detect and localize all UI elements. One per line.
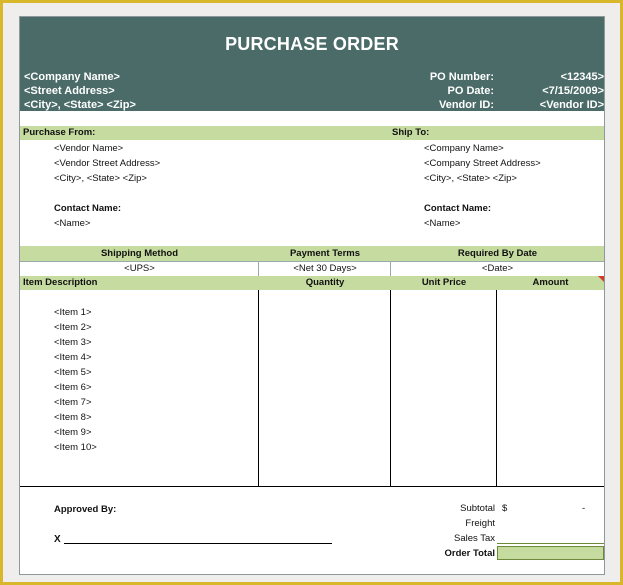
subtotal-label: Subtotal	[460, 503, 495, 514]
item-row-1[interactable]: <Item 1>	[54, 307, 92, 318]
ship-to-contact-name[interactable]: <Name>	[424, 218, 460, 229]
company-name: <Company Name>	[24, 71, 120, 83]
po-number-value[interactable]: <12345>	[514, 70, 604, 84]
subtotal-currency: $	[502, 503, 508, 514]
ship-to-contact-label: Contact Name:	[424, 203, 492, 214]
terms-row-divider	[20, 261, 604, 262]
signature-x: X	[54, 534, 61, 545]
terms-divider-1	[258, 261, 259, 276]
freight-label: Freight	[465, 518, 495, 529]
sales-tax-underline	[497, 543, 604, 544]
item-row-7[interactable]: <Item 7>	[54, 397, 92, 408]
item-row-10[interactable]: <Item 10>	[54, 442, 97, 453]
po-number-label: PO Number:	[429, 71, 494, 83]
page-title: PURCHASE ORDER	[225, 34, 399, 54]
sales-tax-label: Sales Tax	[453, 533, 495, 544]
vendor-id-label: Vendor ID:	[438, 99, 494, 111]
ship-to-city-state-zip[interactable]: <City>, <State> <Zip>	[424, 173, 517, 184]
vendor-contact-name[interactable]: <Name>	[54, 218, 90, 229]
quantity-column-line	[258, 290, 259, 486]
ship-to-heading: Ship To:	[392, 127, 430, 138]
item-row-9[interactable]: <Item 9>	[54, 427, 92, 438]
unit-price-column-line	[390, 290, 391, 486]
item-row-4[interactable]: <Item 4>	[54, 352, 92, 363]
shipping-method-header: Shipping Method	[100, 248, 179, 259]
item-row-2[interactable]: <Item 2>	[54, 322, 92, 333]
items-bottom-line	[20, 486, 604, 487]
item-row-6[interactable]: <Item 6>	[54, 382, 92, 393]
required-by-date-header: Required By Date	[457, 248, 538, 259]
ship-to-street-address[interactable]: <Company Street Address>	[424, 158, 541, 169]
terms-divider-2	[390, 261, 391, 276]
shipping-method-value[interactable]: <UPS>	[20, 263, 259, 274]
unit-price-header: Unit Price	[421, 277, 467, 288]
vendor-contact-label: Contact Name:	[54, 203, 122, 214]
items-header-band: Item Description Quantity Unit Price Amo…	[20, 276, 604, 290]
order-total-label: Order Total	[444, 548, 496, 559]
terms-header-band: Shipping Method Payment Terms Required B…	[20, 246, 604, 261]
signature-line[interactable]	[64, 543, 332, 544]
payment-terms-value[interactable]: <Net 30 Days>	[259, 263, 391, 274]
company-street-address: <Street Address>	[24, 85, 115, 97]
subtotal-value[interactable]: -	[582, 503, 585, 514]
item-description-header: Item Description	[23, 277, 98, 288]
po-date-label: PO Date:	[447, 85, 494, 97]
item-row-5[interactable]: <Item 5>	[54, 367, 92, 378]
comment-marker-icon	[598, 276, 604, 282]
vendor-name[interactable]: <Vendor Name>	[54, 143, 123, 154]
vendor-city-state-zip[interactable]: <City>, <State> <Zip>	[54, 173, 147, 184]
ship-to-company-name[interactable]: <Company Name>	[424, 143, 504, 154]
header-banner: PURCHASE ORDER <Company Name> <Street Ad…	[20, 17, 604, 111]
address-header-band: Purchase From: Ship To:	[20, 126, 604, 140]
purchase-order-sheet: PURCHASE ORDER <Company Name> <Street Ad…	[19, 16, 605, 575]
required-by-date-value[interactable]: <Date>	[391, 263, 604, 274]
vendor-id-value[interactable]: <Vendor ID>	[514, 98, 604, 112]
item-row-8[interactable]: <Item 8>	[54, 412, 92, 423]
order-total-value[interactable]	[497, 546, 604, 560]
vendor-street-address[interactable]: <Vendor Street Address>	[54, 158, 160, 169]
amount-column-line	[496, 290, 497, 486]
purchase-from-heading: Purchase From:	[23, 127, 96, 138]
company-city-state-zip: <City>, <State> <Zip>	[24, 99, 136, 111]
document-frame: PURCHASE ORDER <Company Name> <Street Ad…	[3, 3, 620, 582]
approved-by-label: Approved By:	[54, 504, 117, 515]
amount-header: Amount	[532, 277, 569, 288]
quantity-header: Quantity	[305, 277, 345, 288]
po-date-value[interactable]: <7/15/2009>	[514, 84, 604, 98]
item-row-3[interactable]: <Item 3>	[54, 337, 92, 348]
payment-terms-header: Payment Terms	[289, 248, 361, 259]
